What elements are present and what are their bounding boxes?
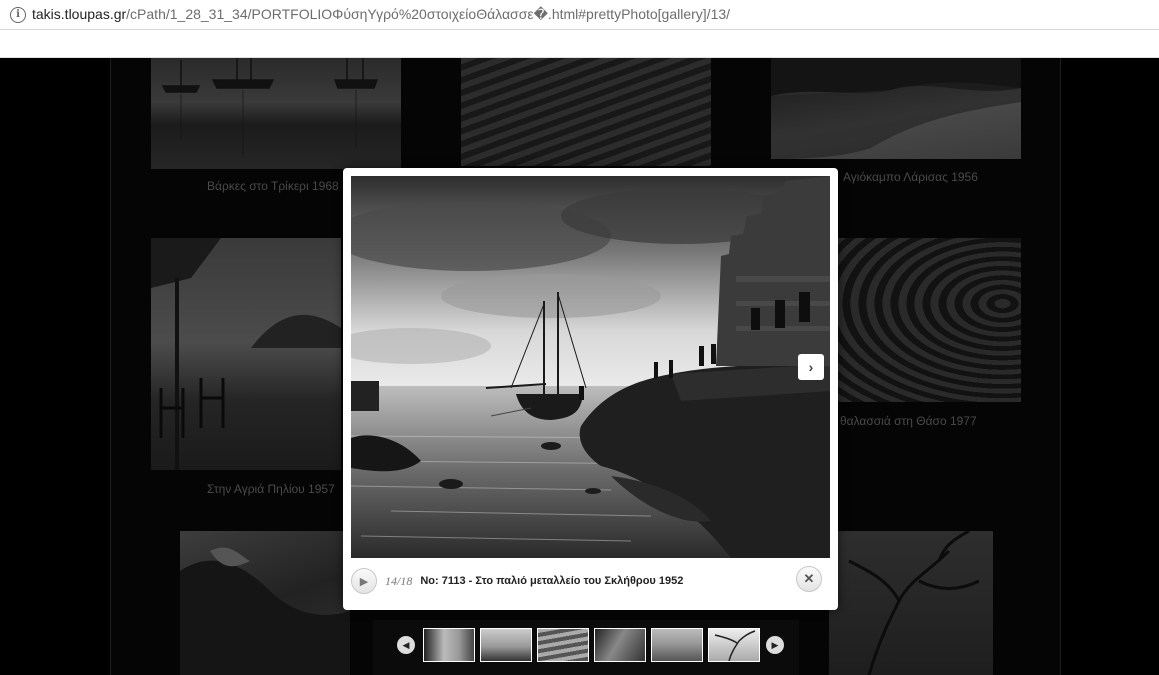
gallery-caption: θαλασσιά στη Θάσο 1977 [840,414,977,428]
gallery-thumbnail[interactable] [836,238,1021,402]
strip-thumbnail[interactable] [537,628,589,662]
thumbnail-strip: ◀ ▶ [373,620,799,675]
close-icon: ✕ [803,571,815,586]
gallery-thumbnail[interactable] [151,58,401,169]
url-text[interactable]: takis.tloupas.gr/cPath/1_28_31_34/PORTFO… [32,6,730,23]
strip-thumbnail[interactable] [651,628,703,662]
harbor-photo [351,176,830,558]
chevron-right-icon: ▶ [771,639,779,650]
info-icon[interactable]: i [10,6,26,23]
strip-thumbnail[interactable] [423,628,475,662]
lightbox: › ▶ 14/18 No: 7113 - Στο παλιό μεταλλείο… [343,168,838,610]
gallery-thumbnail[interactable] [461,58,711,166]
strip-thumbnail[interactable] [594,628,646,662]
strip-prev-button[interactable]: ◀ [397,636,415,654]
beach-picture [771,58,1021,159]
address-bar[interactable]: i takis.tloupas.gr/cPath/1_28_31_34/PORT… [0,0,1159,30]
gallery-thumbnail[interactable] [829,531,993,675]
gallery-caption: Στην Αγριά Πηλίου 1957 [207,482,335,496]
strip-thumbnail[interactable] [708,628,760,662]
tree-thumbnail-picture [714,630,756,662]
url-host: takis.tloupas.gr [32,6,127,22]
slideshow-play-button[interactable]: ▶ [351,568,377,594]
gallery-thumbnail[interactable] [180,531,350,675]
taverna-picture [151,238,341,470]
strip-next-button[interactable]: ▶ [766,636,784,654]
lightbox-footer: ▶ 14/18 No: 7113 - Στο παλιό μεταλλείο τ… [351,566,830,596]
lightbox-close-button[interactable]: ✕ [796,566,822,592]
image-counter: 14/18 [385,573,413,588]
tree-picture [848,531,980,675]
play-icon: ▶ [359,575,369,588]
lightbox-photo: › [351,176,830,558]
gallery-thumbnail[interactable] [771,58,1021,159]
bookmark-bar [0,30,1159,58]
image-description: No: 7113 - Στο παλιό μεταλλείο του Σκλήθ… [420,575,684,587]
strip-thumbnail[interactable] [480,628,532,662]
url-path: /cPath/1_28_31_34/PORTFOLIOΦύσηΥγρό%20στ… [126,6,731,22]
gallery-caption: Αγιόκαμπο Λάρισας 1956 [843,170,978,184]
waves-picture [180,547,350,675]
chevron-left-icon: ◀ [402,639,410,650]
boats-picture [161,58,379,158]
gallery-thumbnail[interactable] [151,238,341,470]
gallery-caption: Βάρκες στο Τρίκερι 1968 [207,179,339,193]
chevron-right-icon: › [808,359,814,375]
lightbox-next-button[interactable]: › [798,354,824,380]
